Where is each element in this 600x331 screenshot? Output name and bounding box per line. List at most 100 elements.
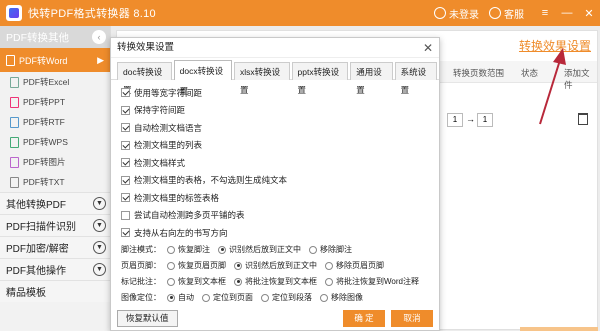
minimize-icon[interactable]: — (556, 7, 578, 19)
radio-option[interactable]: 定位到段落 (261, 292, 312, 303)
collapse-icon[interactable]: ‹ (92, 30, 106, 44)
checkbox[interactable] (121, 123, 130, 133)
title-bar-controls: 未登录 客服 ≡ — ✕ (434, 0, 600, 26)
checkbox[interactable] (121, 140, 130, 150)
radio-group-label: 脚注模式： (121, 245, 161, 254)
app-logo-icon (6, 5, 22, 21)
tab-system[interactable]: 系统设置 (394, 62, 438, 95)
sidebar-item-pdf-to-word[interactable]: PDF转Word ▶ (0, 48, 110, 72)
radio-option[interactable]: 移除图像 (320, 292, 363, 303)
option-row[interactable]: 保持字符间距 (121, 102, 439, 120)
excel-icon (10, 76, 19, 88)
header-footer-row: 页眉页脚： 恢复页眉页脚 识别然后放到正文中 移除页眉页脚 (121, 258, 439, 274)
radio-option[interactable]: 移除脚注 (309, 244, 352, 255)
option-label: 支持从右向左的书写方向 (134, 227, 228, 238)
option-label: 检测文档样式 (134, 157, 186, 168)
trash-icon[interactable] (578, 113, 588, 125)
checkbox[interactable] (121, 88, 130, 98)
radio-option[interactable]: 恢复到文本框 (167, 276, 226, 287)
column-status: 状态 (521, 68, 539, 78)
option-row[interactable]: 尝试自动检测跨多页平铺的表 (121, 207, 439, 225)
cancel-button[interactable]: 取消 (391, 310, 433, 327)
sidebar-item-label: PDF转PPT (23, 97, 66, 107)
radio-option[interactable]: 恢复页眉页脚 (167, 260, 226, 271)
radio-option[interactable]: 识别然后放到正文中 (218, 244, 301, 255)
ok-button[interactable]: 确 定 (343, 310, 385, 327)
app-window: 快转PDF格式转换器 8.10 未登录 客服 ≡ — ✕ PDF转换其他 ‹ P… (0, 0, 600, 331)
tab-pptx[interactable]: pptx转换设置 (291, 62, 349, 95)
sidebar-item-pdf-to-excel[interactable]: PDF转Excel (0, 72, 110, 92)
column-page-range: 转换页数范围 (453, 68, 505, 78)
option-row[interactable]: 检测文档里的列表 (121, 137, 439, 155)
chevron-down-icon: ▼ (93, 219, 106, 232)
option-row[interactable]: 检测文档里的表格，不勾选则生成纯文本 (121, 172, 439, 190)
option-row[interactable]: 使用等宽字符间距 (121, 84, 439, 102)
sidebar-group-ocr[interactable]: PDF扫描件识别 ▼ (0, 214, 110, 236)
sidebar-header[interactable]: PDF转换其他 ‹ (0, 26, 110, 48)
txt-icon (10, 176, 19, 188)
sidebar-item-label: PDF转TXT (23, 177, 65, 187)
conversion-settings-link[interactable]: 转换效果设置 (519, 37, 591, 54)
sidebar-group-label: PDF其他操作 (6, 266, 66, 277)
close-icon[interactable]: ✕ (423, 38, 433, 58)
checkbox[interactable] (121, 105, 130, 115)
tab-docx[interactable]: docx转换设置 (173, 60, 233, 96)
option-row[interactable]: 检测文档里的标签表格 (121, 189, 439, 207)
option-row[interactable]: 支持从右向左的书写方向 (121, 224, 439, 242)
option-label: 保持字符间距 (134, 105, 186, 116)
dialog-body: 使用等宽字符间距 保持字符间距 自动检测文档语言 检测文档里的列表 检测文档样式… (111, 80, 439, 306)
option-label: 使用等宽字符间距 (134, 87, 203, 98)
radio-option[interactable]: 识别然后放到正文中 (234, 260, 317, 271)
radio-option[interactable]: 恢复脚注 (167, 244, 210, 255)
annotation-row: 标记批注： 恢复到文本框 将批注恢复到文本框 将批注恢复到Word注释 (121, 274, 439, 290)
image-icon (10, 156, 19, 168)
option-row[interactable]: 检测文档样式 (121, 154, 439, 172)
sidebar-item-pdf-to-image[interactable]: PDF转图片 (0, 152, 110, 172)
sidebar-group-encrypt[interactable]: PDF加密/解密 ▼ (0, 236, 110, 258)
option-label: 自动检测文档语言 (134, 122, 203, 133)
sidebar-item-pdf-to-wps[interactable]: PDF转WPS (0, 132, 110, 152)
tab-doc[interactable]: doc转换设置 (117, 62, 172, 95)
sidebar-group-other-to-pdf[interactable]: 其他转换PDF ▼ (0, 192, 110, 214)
option-label: 尝试自动检测跨多页平铺的表 (134, 210, 245, 221)
radio-option[interactable]: 将批注恢复到Word注释 (325, 276, 419, 287)
sidebar: PDF转换其他 ‹ PDF转Word ▶ PDF转Excel PDF转PPT P… (0, 26, 111, 331)
checkbox[interactable] (121, 158, 130, 168)
option-label: 检测文档里的列表 (134, 140, 203, 151)
sidebar-item-pdf-to-ppt[interactable]: PDF转PPT (0, 92, 110, 112)
ppt-icon (10, 96, 19, 108)
checkbox[interactable] (121, 210, 130, 220)
tab-bar: doc转换设置 docx转换设置 xlsx转换设置 pptx转换设置 通用设置 … (111, 60, 439, 96)
login-button[interactable]: 未登录 (434, 6, 479, 21)
chevron-down-icon: ▼ (93, 241, 106, 254)
page-from-input[interactable]: 1 (447, 113, 463, 127)
footnote-mode-row: 脚注模式： 恢复脚注 识别然后放到正文中 移除脚注 (121, 242, 439, 258)
page-to-input[interactable]: 1 (477, 113, 493, 127)
menu-icon[interactable]: ≡ (534, 7, 556, 19)
tab-xlsx[interactable]: xlsx转换设置 (234, 62, 290, 95)
column-add-file[interactable]: 添加文件 (564, 67, 597, 91)
chevron-down-icon: ▼ (93, 197, 106, 210)
image-position-row: 图像定位： 自动 定位到页面 定位到段落 移除图像 (121, 290, 439, 306)
close-window-icon[interactable]: ✕ (578, 7, 600, 20)
radio-option[interactable]: 自动 (167, 292, 194, 303)
app-title: 快转PDF格式转换器 8.10 (28, 8, 156, 20)
radio-option[interactable]: 定位到页面 (202, 292, 253, 303)
sidebar-item-pdf-to-txt[interactable]: PDF转TXT (0, 172, 110, 192)
add-folder-button[interactable] (520, 327, 598, 331)
radio-option[interactable]: 移除页眉页脚 (325, 260, 384, 271)
radio-option[interactable]: 将批注恢复到文本框 (234, 276, 317, 287)
checkbox[interactable] (121, 193, 130, 203)
tab-general[interactable]: 通用设置 (350, 62, 393, 95)
sidebar-group-label: PDF加密/解密 (6, 244, 69, 255)
sidebar-group-templates[interactable]: 精品模板 (0, 280, 110, 302)
option-row[interactable]: 自动检测文档语言 (121, 119, 439, 137)
option-label: 检测文档里的表格，不勾选则生成纯文本 (134, 175, 288, 186)
restore-defaults-button[interactable]: 恢复默认值 (117, 310, 178, 327)
sidebar-group-other-ops[interactable]: PDF其他操作 ▼ (0, 258, 110, 280)
service-button[interactable]: 客服 (489, 6, 524, 21)
sidebar-item-pdf-to-rtf[interactable]: PDF转RTF (0, 112, 110, 132)
checkbox[interactable] (121, 175, 130, 185)
checkbox[interactable] (121, 228, 130, 238)
sidebar-header-label: PDF转换其他 (6, 31, 69, 44)
